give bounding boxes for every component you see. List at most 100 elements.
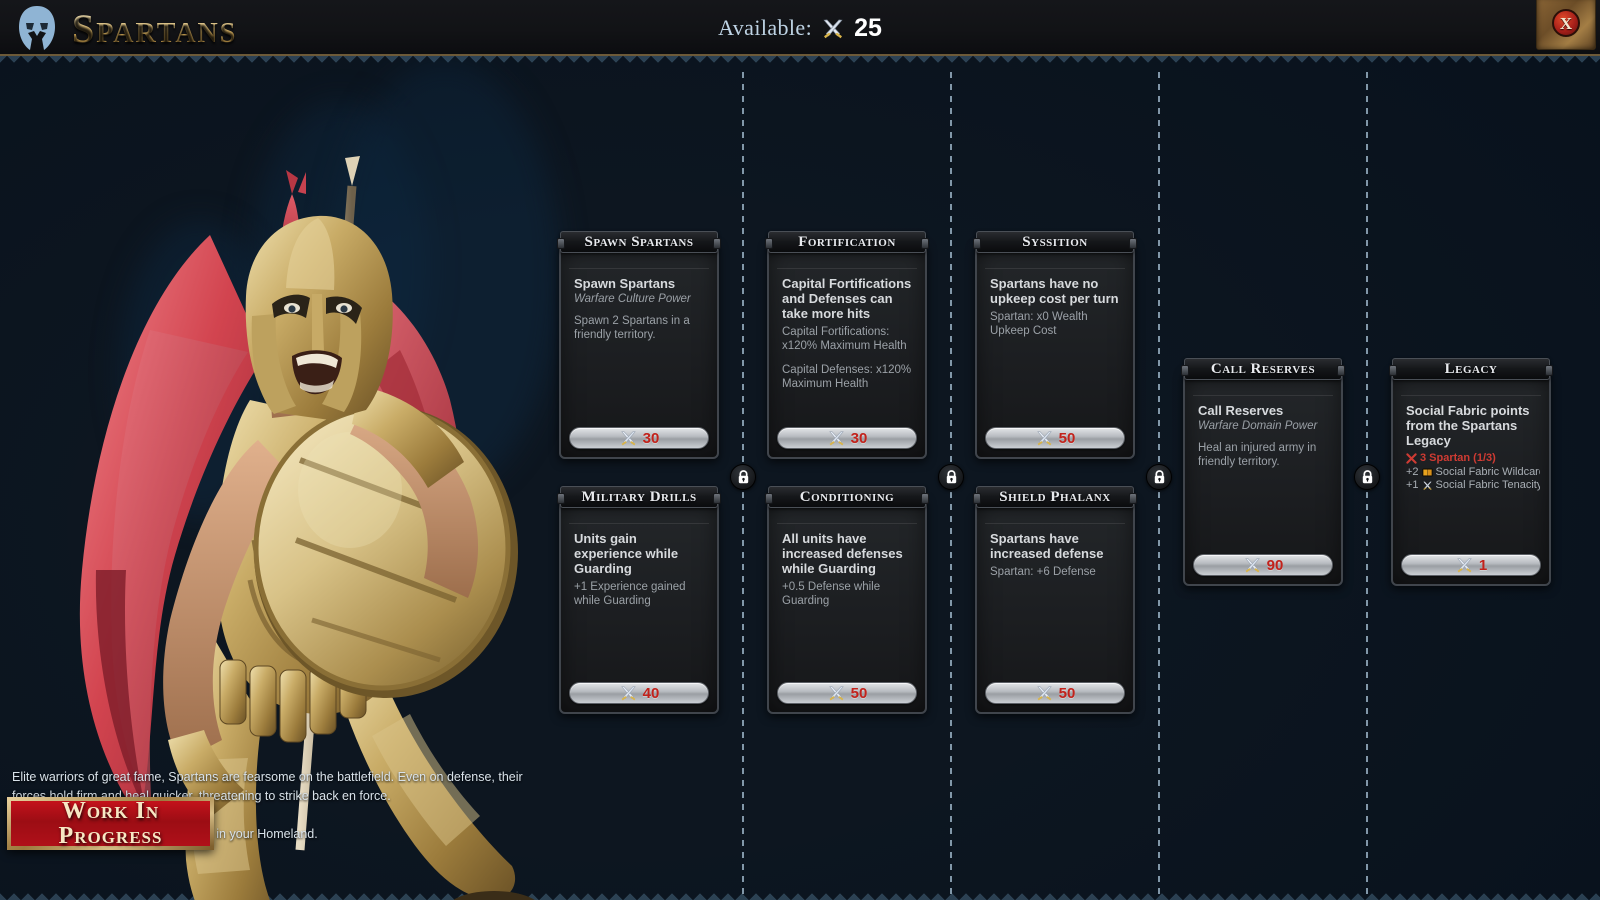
card-description: Heal an injured army in friendly territo…: [1198, 442, 1317, 468]
card-header: Military Drills: [557, 486, 721, 508]
social-fabric-wildcard-icon: [1421, 468, 1433, 477]
card-header-label: Fortification: [798, 233, 896, 250]
culture-tree-screen: Spartans Available: 25 X Spawn Spartans …: [0, 0, 1600, 900]
red-x-icon: [1406, 453, 1417, 464]
card-title: Call Reserves: [1198, 403, 1284, 418]
lock-node[interactable]: [1354, 464, 1380, 490]
wip-line-2: Progress: [58, 822, 163, 849]
cost-value: 1: [1478, 556, 1488, 574]
card-description-2: Capital Defenses: x120% Maximum Health: [782, 364, 912, 390]
card-description: +0.5 Defense while Guarding: [782, 581, 881, 607]
cost-button[interactable]: 30: [777, 427, 917, 449]
card-title: Social Fabric points from the Spartans L…: [1406, 403, 1530, 448]
card-description: Spartan: +6 Defense: [990, 566, 1096, 578]
card-legacy[interactable]: Social Fabric points from the Spartans L…: [1389, 358, 1553, 586]
legacy-reward-row: +2 Social Fabric Wildcard: [1406, 466, 1540, 480]
card-body: Spartans have no upkeep cost per turn Sp…: [975, 242, 1135, 459]
card-title: Units gain experience while Guarding: [574, 531, 679, 576]
card-header-label: Shield Phalanx: [999, 488, 1111, 505]
crossed-swords-icon: [620, 431, 636, 446]
card-body: All units have increased defenses while …: [767, 497, 927, 714]
wip-line-1: Work In: [61, 797, 160, 824]
close-button[interactable]: X: [1536, 0, 1596, 50]
card-title: Spartans have no upkeep cost per turn: [990, 276, 1119, 306]
card-fortification[interactable]: Capital Fortifications and Defenses can …: [765, 231, 929, 459]
padlock-icon: [946, 470, 956, 484]
card-description: +1 Experience gained while Guarding: [574, 581, 686, 607]
card-title: Spartans have increased defense: [990, 531, 1104, 561]
card-body: Spawn Spartans Warfare Culture Power Spa…: [559, 242, 719, 459]
card-content: Spartans have increased defense Spartan:…: [990, 531, 1124, 672]
card-call-reserves[interactable]: Call Reserves Warfare Domain Power Heal …: [1181, 358, 1345, 586]
card-conditioning[interactable]: All units have increased defenses while …: [765, 486, 929, 714]
card-body: Call Reserves Warfare Domain Power Heal …: [1183, 369, 1343, 586]
card-header-label: Legacy: [1444, 360, 1498, 377]
cost-value: 50: [1058, 429, 1076, 447]
card-content: Social Fabric points from the Spartans L…: [1406, 403, 1540, 544]
cost-value: 90: [1266, 556, 1284, 574]
card-shield-phalanx[interactable]: Spartans have increased defense Spartan:…: [973, 486, 1137, 714]
card-spawn-spartans[interactable]: Spawn Spartans Warfare Culture Power Spa…: [557, 231, 721, 459]
card-content: Call Reserves Warfare Domain Power Heal …: [1198, 403, 1332, 544]
card-body: Social Fabric points from the Spartans L…: [1391, 369, 1551, 586]
crossed-swords-icon: [823, 19, 843, 38]
padlock-icon: [738, 470, 748, 484]
cost-button[interactable]: 1: [1401, 554, 1541, 576]
available-resources: Available: 25: [0, 0, 1600, 56]
zigzag-border-top: [0, 56, 1600, 69]
card-content: Units gain experience while Guarding +1 …: [574, 531, 708, 672]
lock-node[interactable]: [730, 464, 756, 490]
card-header: Conditioning: [765, 486, 929, 508]
card-header: Legacy: [1389, 358, 1553, 380]
padlock-icon: [1154, 470, 1164, 484]
available-label: Available:: [718, 15, 813, 40]
cost-button[interactable]: 50: [985, 682, 1125, 704]
close-icon: X: [1552, 9, 1580, 37]
card-body: Spartans have increased defense Spartan:…: [975, 497, 1135, 714]
crossed-swords-icon: [1036, 686, 1052, 701]
available-value: 25: [854, 13, 882, 42]
card-content: Spartans have no upkeep cost per turn Sp…: [990, 276, 1124, 417]
card-header: Shield Phalanx: [973, 486, 1137, 508]
card-subtitle: Warfare Domain Power: [1198, 420, 1318, 432]
card-header: Spawn Spartans: [557, 231, 721, 253]
social-fabric-tenacity-icon: [1422, 481, 1432, 491]
card-description: Spartan: x0 Wealth Upkeep Cost: [990, 311, 1088, 337]
card-syssition[interactable]: Spartans have no upkeep cost per turn Sp…: [973, 231, 1137, 459]
card-header-label: Call Reserves: [1210, 360, 1316, 377]
card-header-label: Syssition: [1022, 233, 1088, 250]
legacy-reward-label: Social Fabric Wildcard: [1435, 465, 1540, 478]
legacy-reward-amount: +1: [1406, 479, 1419, 491]
padlock-icon: [1362, 470, 1372, 484]
card-military-drills[interactable]: Units gain experience while Guarding +1 …: [557, 486, 721, 714]
cost-button[interactable]: 50: [777, 682, 917, 704]
card-title: Capital Fortifications and Defenses can …: [782, 276, 912, 321]
cost-button[interactable]: 40: [569, 682, 709, 704]
card-header: Syssition: [973, 231, 1137, 253]
card-header-label: Spawn Spartans: [584, 233, 694, 250]
cost-value: 30: [850, 429, 868, 447]
legacy-reward-label: Social Fabric Tenacity: [1435, 479, 1540, 491]
cost-value: 50: [850, 684, 868, 702]
card-content: All units have increased defenses while …: [782, 531, 916, 672]
crossed-swords-icon: [1036, 431, 1052, 446]
card-description: Capital Fortifications: x120% Maximum He…: [782, 326, 907, 352]
page-title: Spartans: [72, 3, 237, 53]
card-subtitle: Warfare Culture Power: [574, 293, 691, 305]
card-body: Capital Fortifications and Defenses can …: [767, 242, 927, 459]
lock-node[interactable]: [938, 464, 964, 490]
crossed-swords-icon: [620, 686, 636, 701]
card-description: Spawn 2 Spartans in a friendly territory…: [574, 315, 690, 341]
card-title: All units have increased defenses while …: [782, 531, 903, 576]
lock-node[interactable]: [1146, 464, 1172, 490]
cost-button[interactable]: 30: [569, 427, 709, 449]
cost-button[interactable]: 50: [985, 427, 1125, 449]
spartan-helmet-icon: [19, 6, 55, 50]
cost-button[interactable]: 90: [1193, 554, 1333, 576]
card-content: Spawn Spartans Warfare Culture Power Spa…: [574, 276, 708, 417]
cost-value: 40: [642, 684, 660, 702]
crossed-swords-icon: [828, 686, 844, 701]
cost-value: 50: [1058, 684, 1076, 702]
card-body: Units gain experience while Guarding +1 …: [559, 497, 719, 714]
legacy-requirement-label: 3 Spartan (1/3): [1420, 452, 1496, 464]
